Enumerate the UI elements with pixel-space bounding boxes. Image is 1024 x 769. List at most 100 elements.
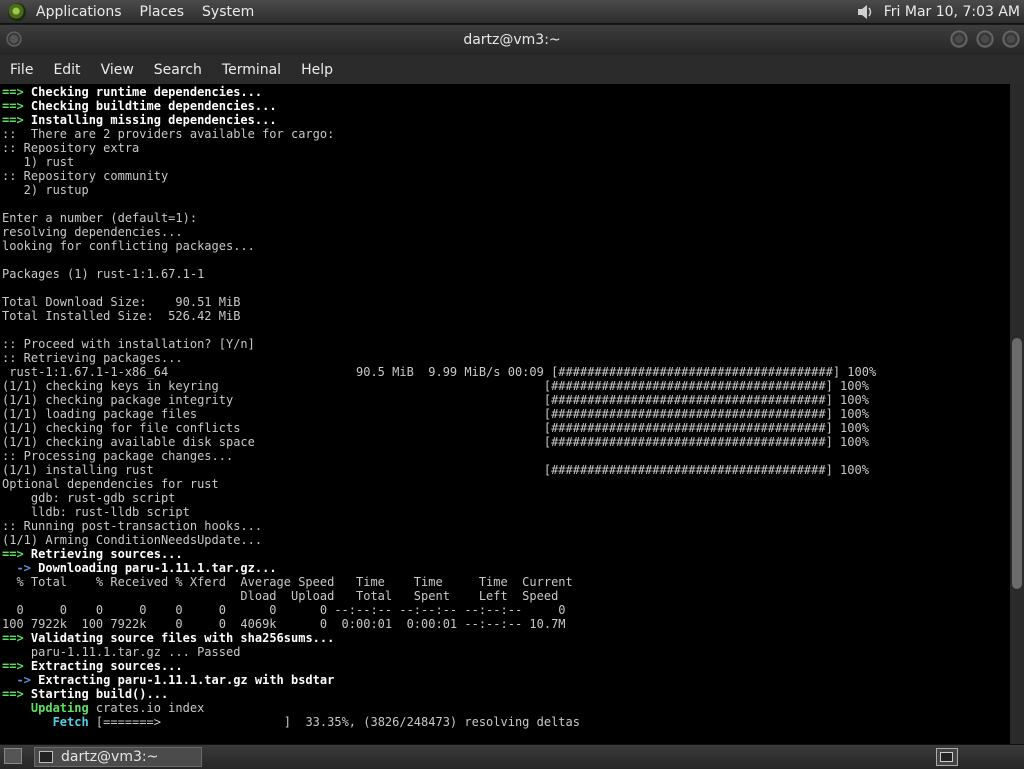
maximize-button[interactable] <box>976 30 994 48</box>
terminal-text-segment: Retrieving sources... <box>30 547 183 561</box>
terminal-line: lldb: rust-lldb script <box>2 505 1010 519</box>
terminal-text-segment: Validating source files with sha256sums.… <box>30 631 335 645</box>
terminal-text-segment: (1/1) checking keys in keyring [########… <box>2 379 869 393</box>
terminal-line: :: Proceed with installation? [Y/n] <box>2 337 1010 351</box>
menu-terminal[interactable]: Terminal <box>222 62 281 78</box>
terminal-line: looking for conflicting packages... <box>2 239 1010 253</box>
terminal-line: ==> Retrieving sources... <box>2 547 1010 561</box>
terminal-text-segment: Enter a number (default=1): <box>2 211 198 225</box>
terminal-text-segment: (1/1) Arming ConditionNeedsUpdate... <box>2 533 263 547</box>
terminal-line: ==> Installing missing dependencies... <box>2 113 1010 127</box>
terminal-line: :: Running post-transaction hooks... <box>2 519 1010 533</box>
terminal-line: :: Repository community <box>2 169 1010 183</box>
terminal-text-segment: -> <box>2 561 39 575</box>
taskbar-item-terminal[interactable]: dartz@vm3:~ <box>34 747 202 767</box>
terminal-line: 1) rust <box>2 155 1010 169</box>
terminal-line: (1/1) checking for file conflicts [#####… <box>2 421 1010 435</box>
window-titlebar[interactable]: dartz@vm3:~ <box>0 25 1024 55</box>
terminal-output: ==> Checking runtime dependencies... ==> … <box>0 84 1010 729</box>
terminal-line: Total Installed Size: 526.42 MiB <box>2 309 1010 323</box>
terminal-line: (1/1) checking package integrity [######… <box>2 393 1010 407</box>
terminal-text-segment: looking for conflicting packages... <box>2 239 255 253</box>
terminal-text-segment: Checking buildtime dependencies... <box>30 99 277 113</box>
terminal-line: Optional dependencies for rust <box>2 477 1010 491</box>
terminal-menubar: File Edit View Search Terminal Help <box>0 55 1024 84</box>
terminal-text-segment: Updating <box>30 701 89 715</box>
scrollbar-thumb[interactable] <box>1012 338 1022 589</box>
window-menu-icon[interactable] <box>6 31 22 47</box>
close-button[interactable] <box>1002 30 1020 48</box>
terminal-line: ==> Checking runtime dependencies... <box>2 85 1010 99</box>
terminal-text-segment: Downloading paru-1.11.1.tar.gz... <box>38 561 277 575</box>
terminal-text-segment: -> <box>2 673 39 687</box>
minimize-button[interactable] <box>950 30 968 48</box>
distro-logo-icon[interactable] <box>8 2 26 21</box>
workspace-switcher[interactable] <box>936 748 958 766</box>
menu-edit[interactable]: Edit <box>53 62 80 78</box>
terminal-text-segment: (1/1) checking available disk space [###… <box>2 435 869 449</box>
terminal-line: :: Retrieving packages... <box>2 351 1010 365</box>
terminal-line: -> Extracting paru-1.11.1.tar.gz with bs… <box>2 673 1010 687</box>
terminal-text-segment: :: Processing package changes... <box>2 449 234 463</box>
terminal-text-segment: gdb: rust-gdb script <box>2 491 176 505</box>
terminal-text-segment: Starting build()... <box>30 687 169 701</box>
terminal-text-segment: rust-1:1.67.1-1-x86_64 90.5 MiB 9.99 MiB… <box>2 365 877 379</box>
menu-places[interactable]: Places <box>140 4 185 20</box>
terminal-text-segment: (1/1) loading package files [###########… <box>2 407 869 421</box>
menu-file[interactable]: File <box>10 62 33 78</box>
terminal-line: (1/1) checking available disk space [###… <box>2 435 1010 449</box>
terminal-text-segment: ==> <box>2 659 31 673</box>
terminal-text-segment: ==> <box>2 113 31 127</box>
terminal-text-segment: Total Installed Size: 526.42 MiB <box>2 309 241 323</box>
show-desktop-button[interactable] <box>4 748 22 764</box>
terminal-text-segment: lldb: rust-lldb script <box>2 505 190 519</box>
terminal-line: :: There are 2 providers available for c… <box>2 127 1010 141</box>
terminal-line: :: Processing package changes... <box>2 449 1010 463</box>
terminal-line: Total Download Size: 90.51 MiB <box>2 295 1010 309</box>
menu-search[interactable]: Search <box>154 62 202 78</box>
terminal-line: 2) rustup <box>2 183 1010 197</box>
volume-icon[interactable] <box>856 3 874 21</box>
terminal-icon <box>39 751 53 763</box>
terminal-line: :: Repository extra <box>2 141 1010 155</box>
terminal-text-segment: Fetch <box>52 715 89 729</box>
top-panel: Applications Places System Fri Mar 10, 7… <box>0 0 1024 24</box>
terminal-scrollbar[interactable] <box>1010 84 1024 744</box>
terminal-text-segment: ==> <box>2 547 31 561</box>
terminal-text-segment: Packages (1) rust-1:1.67.1-1 <box>2 267 205 281</box>
terminal-text-segment: ==> <box>2 631 31 645</box>
menu-help[interactable]: Help <box>301 62 333 78</box>
terminal-text-segment: :: Repository extra <box>2 141 140 155</box>
terminal-text-segment: :: Running post-transaction hooks... <box>2 519 263 533</box>
menu-view[interactable]: View <box>101 62 134 78</box>
terminal-line: Enter a number (default=1): <box>2 211 1010 225</box>
terminal-text-segment: Optional dependencies for rust <box>2 477 219 491</box>
terminal-text-segment: [=======> ] 33.35%, (3826/248473) resolv… <box>88 715 580 729</box>
clock[interactable]: Fri Mar 10, 7:03 AM <box>884 4 1020 20</box>
terminal-line: Packages (1) rust-1:1.67.1-1 <box>2 267 1010 281</box>
terminal-area[interactable]: ==> Checking runtime dependencies... ==> … <box>0 84 1010 744</box>
terminal-line: ==> Extracting sources... <box>2 659 1010 673</box>
terminal-line: (1/1) Arming ConditionNeedsUpdate... <box>2 533 1010 547</box>
taskbar-item-label: dartz@vm3:~ <box>61 749 159 765</box>
terminal-text-segment: (1/1) installing rust [#################… <box>2 463 869 477</box>
menu-system[interactable]: System <box>202 4 254 20</box>
terminal-text-segment: paru-1.11.1.tar.gz ... Passed <box>2 645 241 659</box>
terminal-text-segment: (1/1) checking for file conflicts [#####… <box>2 421 869 435</box>
bottom-panel: dartz@vm3:~ <box>0 744 1024 769</box>
menu-applications[interactable]: Applications <box>36 4 122 20</box>
terminal-text-segment: Total Download Size: 90.51 MiB <box>2 295 241 309</box>
terminal-line: 100 7922k 100 7922k 0 0 4069k 0 0:00:01 … <box>2 617 1010 631</box>
terminal-line: 0 0 0 0 0 0 0 0 --:--:-- --:--:-- --:--:… <box>2 603 1010 617</box>
workspace-window-icon <box>940 752 953 762</box>
terminal-text-segment: Installing missing dependencies... <box>30 113 277 127</box>
terminal-text-segment: ==> <box>2 99 31 113</box>
terminal-line: Dload Upload Total Spent Left Speed <box>2 589 1010 603</box>
terminal-text-segment: crates.io index <box>88 701 205 715</box>
terminal-text-segment: Dload Upload Total Spent Left Speed <box>2 589 559 603</box>
terminal-line: resolving dependencies... <box>2 225 1010 239</box>
